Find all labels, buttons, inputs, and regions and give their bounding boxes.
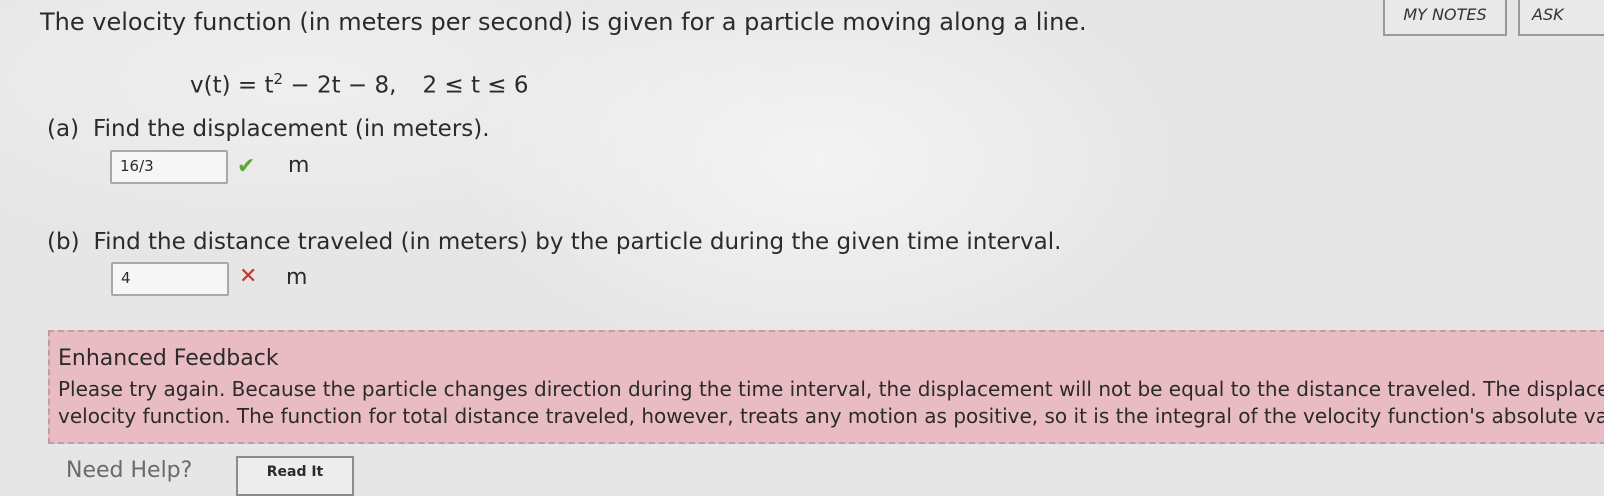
velocity-equation: v(t) = t2 − 2t − 8, 2 ≤ t ≤ 6 <box>190 70 529 99</box>
feedback-title: Enhanced Feedback <box>58 346 279 371</box>
part-a-unit: m <box>288 153 310 178</box>
part-b-unit: m <box>286 265 308 290</box>
part-b-answer-input[interactable]: 4 <box>111 262 229 296</box>
part-b-header: (b) Find the distance traveled (in meters… <box>47 229 1061 255</box>
read-it-button[interactable]: Read It <box>236 456 354 496</box>
part-a-label: (a) <box>47 116 80 142</box>
part-b-label: (b) <box>47 229 80 255</box>
cross-icon: ✕ <box>239 264 258 289</box>
part-a-prompt: Find the displacement (in meters). <box>93 116 490 142</box>
equation-domain: 2 ≤ t ≤ 6 <box>422 72 529 99</box>
question-text: The velocity function (in meters per sec… <box>40 8 1087 36</box>
check-icon: ✔ <box>237 154 256 179</box>
need-help-label: Need Help? <box>66 458 193 483</box>
enhanced-feedback-panel: Enhanced Feedback Please try again. Beca… <box>48 330 1604 444</box>
equation-exponent: 2 <box>273 70 284 88</box>
part-a-header: (a) Find the displacement (in meters). <box>47 116 490 142</box>
part-a-answer-input[interactable]: 16/3 <box>110 150 228 184</box>
feedback-line-1: Please try again. Because the particle c… <box>58 377 1604 401</box>
equation-rest: − 2t − 8, <box>283 72 397 99</box>
equation-lhs: v(t) = t <box>190 72 274 99</box>
my-notes-button[interactable]: MY NOTES <box>1383 0 1507 36</box>
part-b-prompt: Find the distance traveled (in meters) b… <box>93 229 1062 255</box>
feedback-text: Please try again. Because the particle c… <box>58 376 1604 430</box>
feedback-line-2: velocity function. The function for tota… <box>58 404 1604 428</box>
ask-button[interactable]: ASK <box>1518 0 1604 36</box>
